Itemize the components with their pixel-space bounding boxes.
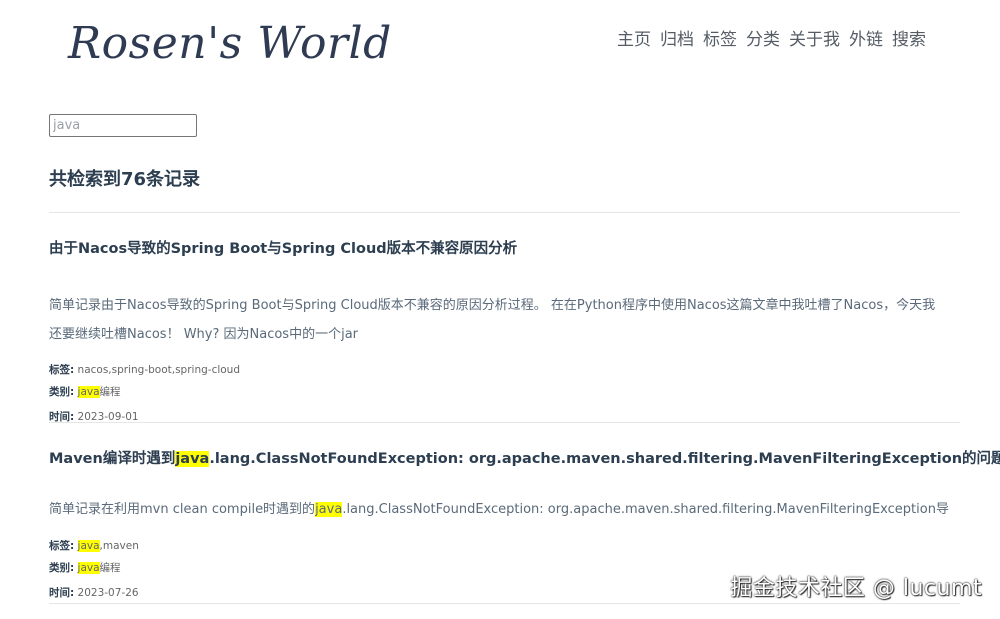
- watermark: 掘金技术社区 @ lucumt: [730, 576, 982, 601]
- date-value: 2023-07-26: [77, 587, 139, 599]
- tag-text: ,maven: [99, 540, 139, 552]
- category-text: 编程: [99, 562, 121, 574]
- main-nav: 主页 归档 标签 分类 关于我 外链 搜索: [617, 25, 926, 50]
- category-link[interactable]: java编程: [77, 386, 121, 398]
- post-summary-line: 还要继续吐槽Nacos！ Why? 因为Nacos中的一个jar: [49, 327, 359, 342]
- post-summary: 简单记录在利用mvn clean compile时遇到的java.lang.Cl…: [49, 495, 960, 524]
- post-title-text: .lang.ClassNotFoundException: org.apache…: [209, 451, 1000, 467]
- result-count: 共检索到76条记录: [49, 169, 201, 190]
- nav-item-links[interactable]: 外链: [849, 25, 883, 50]
- nav-item-archive[interactable]: 归档: [660, 25, 694, 50]
- divider: [49, 212, 960, 213]
- nav-item-search[interactable]: 搜索: [892, 25, 926, 50]
- post-title-text: Maven编译时遇到: [49, 451, 176, 467]
- tags-label: 标签:: [49, 540, 75, 552]
- tags-label: 标签:: [49, 364, 75, 376]
- post-summary: 简单记录由于Nacos导致的Spring Boot与Spring Cloud版本…: [49, 291, 960, 349]
- tag-list[interactable]: java,maven: [77, 540, 139, 552]
- search-highlight: java: [315, 502, 343, 517]
- post-tags: 标签: java,maven: [49, 540, 960, 552]
- post-summary-text: 简单记录在利用mvn clean compile时遇到的: [49, 502, 316, 517]
- category-label: 类别:: [49, 562, 75, 574]
- divider: [49, 422, 960, 423]
- post-title[interactable]: 由于Nacos导致的Spring Boot与Spring Cloud版本不兼容原…: [49, 237, 960, 258]
- search-highlight: java: [175, 451, 210, 467]
- post-category: 类别: java编程: [49, 386, 960, 398]
- search-highlight: java: [77, 386, 100, 398]
- tag-list[interactable]: nacos,spring-boot,spring-cloud: [78, 364, 240, 376]
- nav-item-about[interactable]: 关于我: [789, 25, 840, 50]
- post-tags: 标签: nacos,spring-boot,spring-cloud: [49, 364, 960, 376]
- category-link[interactable]: java编程: [77, 562, 121, 574]
- category-label: 类别:: [49, 386, 75, 398]
- date-label: 时间:: [49, 587, 75, 599]
- search-highlight: java: [77, 540, 100, 552]
- nav-item-tags[interactable]: 标签: [703, 25, 737, 50]
- post-title[interactable]: Maven编译时遇到java.lang.ClassNotFoundExcepti…: [49, 447, 1000, 468]
- search-input[interactable]: [49, 114, 197, 137]
- post-summary-text: .lang.ClassNotFoundException: org.apache…: [342, 502, 949, 517]
- search-highlight: java: [77, 562, 100, 574]
- category-text: 编程: [99, 386, 121, 398]
- site-title[interactable]: Rosen's World: [68, 18, 392, 69]
- nav-item-categories[interactable]: 分类: [746, 25, 780, 50]
- post-summary-line: 简单记录由于Nacos导致的Spring Boot与Spring Cloud版本…: [49, 298, 936, 313]
- list-item: 由于Nacos导致的Spring Boot与Spring Cloud版本不兼容原…: [49, 237, 960, 423]
- nav-item-home[interactable]: 主页: [617, 25, 651, 50]
- divider: [49, 603, 960, 604]
